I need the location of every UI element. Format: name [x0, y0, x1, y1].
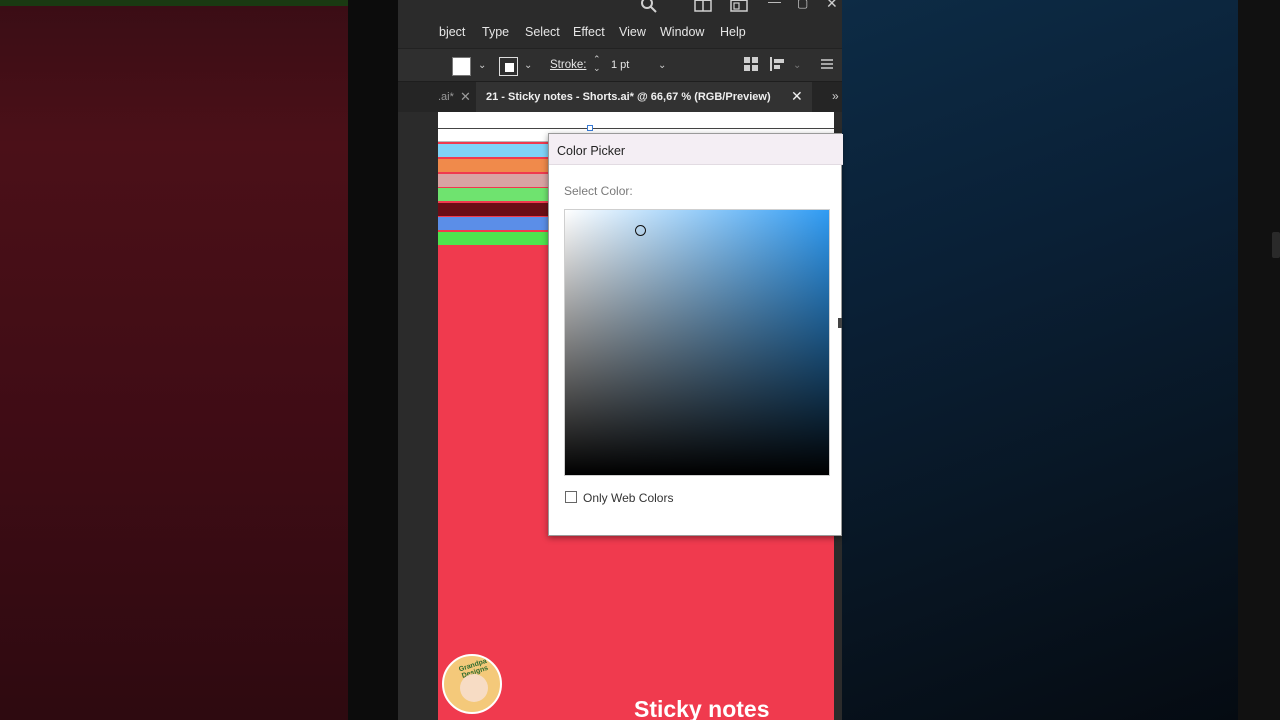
stroke-stepper-icon[interactable]: ⌃ ⌄ — [593, 55, 601, 73]
fill-dropdown-chevron-icon[interactable]: ⌄ — [478, 60, 486, 71]
stroke-weight-chevron-icon[interactable]: ⌄ — [658, 60, 666, 71]
search-icon[interactable] — [640, 0, 658, 16]
fill-swatch[interactable] — [452, 57, 471, 76]
menu-effect[interactable]: Effect — [573, 25, 605, 39]
stroke-weight-value[interactable]: 1 pt — [611, 59, 629, 71]
menu-bar: bject Type Select Effect View Window Hel… — [398, 18, 842, 48]
menu-select[interactable]: Select — [525, 25, 560, 39]
stroke-dropdown-chevron-icon[interactable]: ⌄ — [524, 60, 532, 71]
document-tab-bar: .ai* ✕ 21 - Sticky notes - Shorts.ai* @ … — [398, 82, 842, 112]
frame-handle — [1272, 232, 1280, 258]
align-dropdown-chevron-icon[interactable]: ⌄ — [793, 60, 801, 71]
title-bar: — ▢ ✕ — [398, 0, 842, 18]
blurred-background-left — [0, 0, 348, 720]
tab-active-label: 21 - Sticky notes - Shorts.ai* @ 66,67 %… — [486, 91, 771, 103]
color-picker-cursor[interactable] — [635, 225, 646, 236]
color-spectrum-field[interactable] — [564, 209, 830, 476]
tab-overflow-chevron-icon[interactable]: » — [832, 89, 839, 103]
color-picker-title: Color Picker — [557, 144, 626, 158]
tab-previous-document[interactable]: .ai* — [438, 91, 454, 103]
frame-border-right — [1238, 0, 1280, 720]
blurred-background-right — [842, 0, 1238, 720]
control-bar: ⌄ ⌄ Stroke: ⌃ ⌄ 1 pt ⌄ ⌄ — [398, 48, 842, 82]
menu-view[interactable]: View — [619, 25, 646, 39]
blurred-background-edge — [0, 0, 348, 6]
only-web-colors-checkbox[interactable] — [565, 491, 577, 503]
tab-active-document[interactable]: 21 - Sticky notes - Shorts.ai* @ 66,67 %… — [476, 82, 812, 112]
only-web-colors-label[interactable]: Only Web Colors — [583, 491, 673, 505]
tab-previous-close-icon[interactable]: ✕ — [460, 89, 471, 105]
arrange-documents-icon[interactable] — [730, 0, 748, 16]
artboard-title-text[interactable]: Sticky notes — [634, 696, 770, 720]
color-picker-panel: Color Picker Select Color: Only Web Colo… — [548, 133, 843, 536]
tab-active-close-icon[interactable]: ✕ — [791, 88, 803, 105]
workspace-icon[interactable] — [694, 0, 712, 16]
stroke-label[interactable]: Stroke: — [550, 59, 586, 71]
selection-bounding-line — [438, 128, 834, 129]
screen: — ▢ ✕ bject Type Select Effect View Wind… — [0, 0, 1280, 720]
close-icon[interactable]: ✕ — [826, 0, 838, 13]
panel-menu-icon[interactable] — [821, 57, 833, 73]
minimize-icon[interactable]: — — [768, 0, 781, 12]
logo-face — [460, 674, 488, 702]
menu-type[interactable]: Type — [482, 25, 509, 39]
color-picker-header[interactable]: Color Picker — [549, 134, 843, 165]
menu-window[interactable]: Window — [660, 25, 704, 39]
hue-slider-marker[interactable] — [838, 318, 842, 328]
selection-handle[interactable] — [587, 125, 593, 131]
grandpa-designs-logo: Grandpa Designs — [442, 654, 502, 714]
select-color-label: Select Color: — [564, 184, 633, 198]
maximize-icon[interactable]: ▢ — [797, 0, 808, 13]
menu-help[interactable]: Help — [720, 25, 746, 39]
menu-object[interactable]: bject — [439, 25, 465, 39]
grid-align-icon[interactable] — [744, 57, 758, 74]
align-objects-icon[interactable] — [770, 57, 786, 74]
frame-border-left — [348, 0, 398, 720]
stroke-swatch[interactable] — [499, 57, 518, 76]
